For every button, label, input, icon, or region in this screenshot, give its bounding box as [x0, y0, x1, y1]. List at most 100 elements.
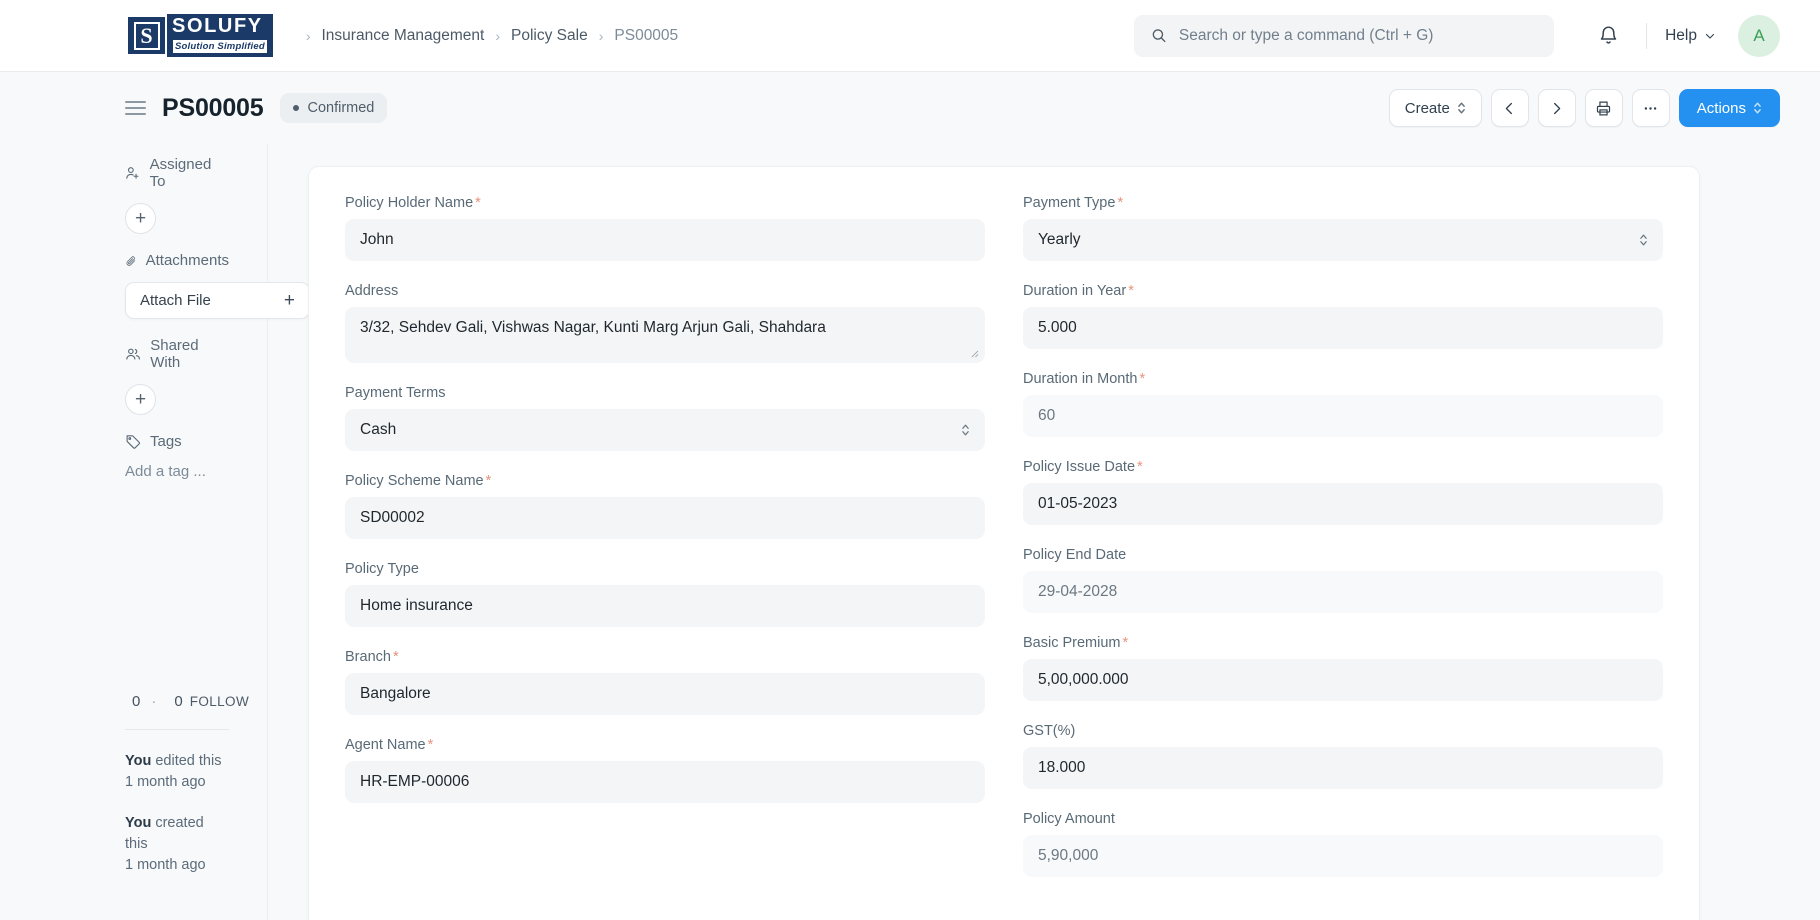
required-indicator: * [485, 473, 492, 489]
resize-grip-icon[interactable] [970, 349, 980, 359]
sidebar-section-tags: Tags Add a tag ... [125, 433, 229, 480]
field-value: Home insurance [360, 597, 473, 614]
print-button[interactable] [1584, 89, 1623, 127]
avatar[interactable]: A [1738, 14, 1780, 57]
previous-document-button[interactable] [1490, 89, 1529, 127]
plus-icon: + [134, 389, 147, 410]
required-indicator: * [392, 649, 399, 665]
activity-entry: You created this 1 month ago [125, 813, 229, 876]
activity-line: You created this [125, 813, 229, 855]
logo-tagline: Solution Simplified [172, 39, 268, 54]
required-indicator: * [1137, 459, 1143, 475]
plus-icon: + [134, 208, 147, 229]
required-indicator: * [1117, 195, 1124, 211]
required-indicator: * [1139, 371, 1146, 387]
address-textarea[interactable]: 3/32, Sehdev Gali, Vishwas Nagar, Kunti … [345, 307, 985, 363]
assigned-to-header: Assigned To [125, 156, 229, 190]
form-column-right: Payment Type * Yearly Duration in Year *… [1023, 195, 1663, 899]
attach-file-label: Attach File [140, 292, 211, 309]
help-menu[interactable]: Help [1665, 27, 1716, 45]
activity-time: 1 month ago [125, 773, 206, 790]
actions-label: Actions [1696, 99, 1746, 117]
chevron-updown-icon [1639, 233, 1648, 247]
label-text: GST(%) [1023, 723, 1076, 739]
field-value: 29-04-2028 [1038, 583, 1118, 600]
separator-dot: · [151, 692, 157, 710]
required-indicator: * [475, 195, 481, 211]
field-policy-amount: Policy Amount 5,90,000 [1023, 811, 1663, 877]
user-plus-icon [126, 167, 139, 179]
chevron-right-icon [1554, 102, 1561, 114]
duration-in-month-input[interactable]: 60 [1023, 395, 1663, 437]
field-payment-type: Payment Type * Yearly [1023, 195, 1663, 261]
page-body: Assigned To + Attachments Attach File + [0, 144, 1820, 920]
label-text: Payment Type [1023, 195, 1116, 211]
shared-with-label: Shared With [150, 337, 199, 371]
payment-type-select[interactable]: Yearly [1023, 219, 1663, 261]
add-share-button[interactable]: + [125, 384, 156, 415]
duration-in-year-input[interactable]: 5.000 [1023, 307, 1663, 349]
policy-type-input[interactable]: Home insurance [345, 585, 985, 627]
search-input[interactable] [1178, 26, 1538, 45]
global-search[interactable] [1134, 14, 1555, 57]
breadcrumb-item-insurance-management[interactable]: Insurance Management [322, 27, 485, 45]
field-value: Cash [360, 421, 397, 438]
field-label: Policy Amount [1023, 811, 1663, 827]
policy-end-date-input[interactable]: 29-04-2028 [1023, 571, 1663, 613]
label-text: Address [345, 283, 399, 299]
logo-wordmark: SOLUFY Solution Simplified [167, 14, 273, 57]
add-tag-button[interactable]: Add a tag ... [125, 463, 229, 480]
basic-premium-input[interactable]: 5,00,000.000 [1023, 659, 1663, 701]
add-assignment-button[interactable]: + [125, 203, 156, 234]
breadcrumb-item-policy-sale[interactable]: Policy Sale [511, 27, 588, 45]
field-value: Bangalore [360, 685, 431, 702]
field-label: Duration in Month * [1023, 371, 1663, 387]
follow-button[interactable]: FOLLOW [190, 694, 249, 709]
sidebar-toggle-icon[interactable] [125, 97, 146, 119]
branch-input[interactable]: Bangalore [345, 673, 985, 715]
field-label: Basic Premium * [1023, 635, 1663, 651]
agent-name-input[interactable]: HR-EMP-00006 [345, 761, 985, 803]
field-value: 18.000 [1038, 759, 1086, 776]
label-text: Policy Holder Name [345, 195, 474, 211]
social-stats: 0 · 0 FOLLOW [125, 692, 249, 729]
breadcrumb-separator: › [305, 27, 311, 44]
gst-percent-input[interactable]: 18.000 [1023, 747, 1663, 789]
field-policy-type: Policy Type Home insurance [345, 561, 985, 627]
field-payment-terms: Payment Terms Cash [345, 385, 985, 451]
policy-scheme-name-input[interactable]: SD00002 [345, 497, 985, 539]
print-icon [1597, 101, 1611, 115]
sidebar-section-attachments: Attachments Attach File + [125, 252, 310, 319]
create-button[interactable]: Create [1388, 89, 1482, 127]
document-sidebar: Assigned To + Attachments Attach File + [0, 144, 310, 920]
field-value: 3/32, Sehdev Gali, Vishwas Nagar, Kunti … [360, 319, 826, 336]
field-policy-holder-name: Policy Holder Name * John [345, 195, 985, 261]
bell-icon [1600, 26, 1616, 44]
menu-bar [125, 107, 146, 109]
notifications-button[interactable] [1588, 16, 1628, 56]
chevron-down-icon [1705, 33, 1715, 39]
navbar-right: Help A [1134, 14, 1780, 57]
form-column-left: Policy Holder Name * John Address 3/32, S… [345, 195, 985, 899]
chevron-left-icon [1506, 102, 1513, 114]
paperclip-icon [126, 255, 136, 266]
policy-issue-date-input[interactable]: 01-05-2023 [1023, 483, 1663, 525]
field-value: Yearly [1038, 231, 1081, 248]
more-options-button[interactable] [1631, 89, 1670, 127]
activity-actor: You [125, 752, 152, 769]
field-policy-issue-date: Policy Issue Date * 01-05-2023 [1023, 459, 1663, 525]
policy-holder-name-input[interactable]: John [345, 219, 985, 261]
field-label: Policy Issue Date * [1023, 459, 1663, 475]
actions-button[interactable]: Actions [1678, 89, 1780, 127]
app-logo[interactable]: S SOLUFY Solution Simplified [128, 14, 273, 57]
create-label: Create [1404, 99, 1450, 117]
label-text: Policy End Date [1023, 547, 1127, 563]
breadcrumb-item-current: PS00005 [614, 26, 679, 44]
sidebar-footer: 0 · 0 FOLLOW You edited this 1 month ago… [125, 692, 249, 920]
label-text: Agent Name [345, 737, 426, 753]
policy-amount-input[interactable]: 5,90,000 [1023, 835, 1663, 877]
payment-terms-select[interactable]: Cash [345, 409, 985, 451]
label-text: Payment Terms [345, 385, 446, 401]
next-document-button[interactable] [1537, 89, 1576, 127]
label-text: Policy Issue Date [1023, 459, 1136, 475]
